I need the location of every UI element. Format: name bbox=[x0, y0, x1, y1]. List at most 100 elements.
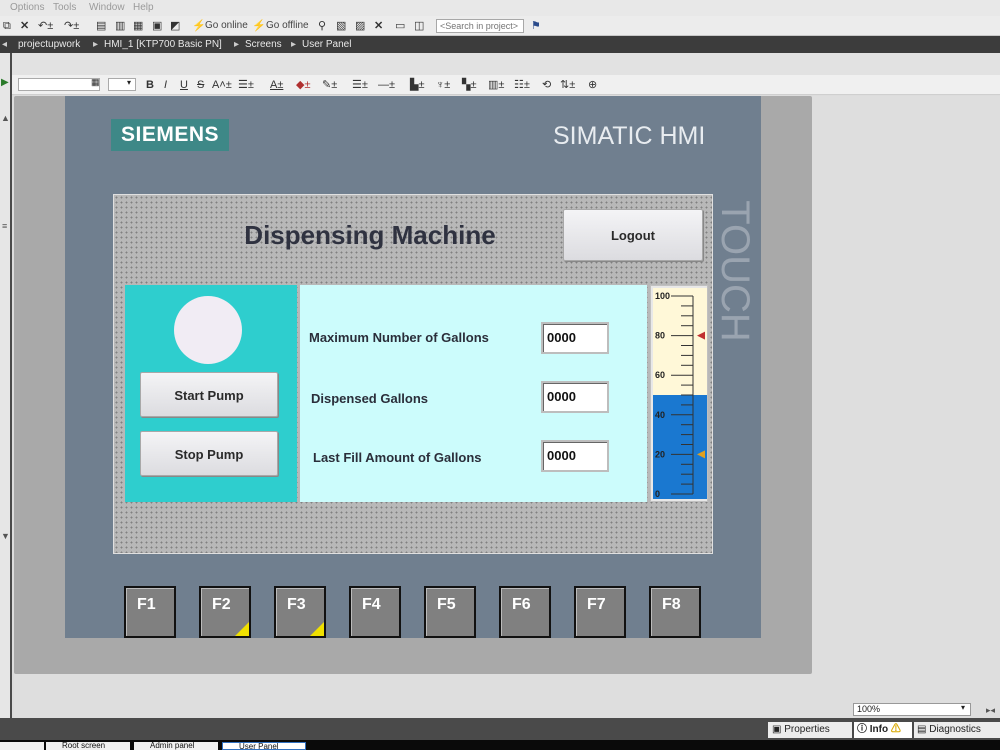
f7-key[interactable]: F7 bbox=[574, 586, 626, 638]
f6-key-label: F6 bbox=[512, 596, 531, 613]
f4-key[interactable]: F4 bbox=[349, 586, 401, 638]
go-offline-button[interactable]: Go offline bbox=[266, 19, 309, 33]
line-style-icon[interactable]: —± bbox=[378, 78, 395, 92]
stack-icon[interactable]: ☷± bbox=[514, 78, 530, 92]
grip-icon[interactable]: ≡ bbox=[2, 221, 7, 231]
f8-key[interactable]: F8 bbox=[649, 586, 701, 638]
level-gauge-svg: 100 80 60 40 20 0 bbox=[653, 288, 707, 499]
logout-button[interactable]: Logout bbox=[563, 209, 703, 261]
main-toolbar: ⧉ ✕ ↶± ↷± ▤ ▥ ▦ ▣ ◩ ⚡ Go online ⚡ Go off… bbox=[0, 16, 1000, 36]
go-online-icon[interactable]: ⚡ bbox=[192, 19, 206, 33]
tab-user-panel[interactable]: User Panel bbox=[222, 742, 306, 750]
menu-tools[interactable]: Tools bbox=[53, 2, 76, 13]
info-tab[interactable]: ⓘ Info ⚠ bbox=[854, 722, 912, 738]
scroll-down-icon[interactable]: ▼ bbox=[1, 531, 10, 541]
menu-window[interactable]: Window bbox=[89, 2, 125, 13]
go-online-button[interactable]: Go online bbox=[205, 19, 248, 33]
tab-admin-panel[interactable]: Admin panel bbox=[134, 742, 218, 750]
assigned-marker-icon bbox=[310, 622, 324, 636]
split-horizontal-icon[interactable]: ▭ bbox=[395, 19, 405, 33]
underline-icon[interactable]: U bbox=[180, 78, 188, 92]
gauge-tick-label: 20 bbox=[655, 449, 665, 459]
chevron-down-icon[interactable]: ▾ bbox=[127, 78, 131, 87]
line-color-icon[interactable]: ✎± bbox=[322, 78, 337, 92]
zoom-icon[interactable]: ⊕ bbox=[588, 78, 597, 92]
upload-icon[interactable]: ▦ bbox=[133, 19, 143, 33]
align-objects-icon[interactable]: ▙± bbox=[410, 78, 425, 92]
f1-key[interactable]: F1 bbox=[124, 586, 176, 638]
breadcrumb-back-icon[interactable]: ◂ bbox=[2, 39, 7, 50]
f6-key[interactable]: F6 bbox=[499, 586, 551, 638]
pump-status-indicator bbox=[174, 296, 242, 364]
bold-icon[interactable]: B bbox=[146, 78, 154, 92]
f1-key-label: F1 bbox=[137, 596, 156, 613]
properties-tab-label: Properties bbox=[784, 724, 830, 735]
gauge-tick-label: 60 bbox=[655, 370, 665, 380]
start-sim-icon[interactable]: ◩ bbox=[170, 19, 180, 33]
f5-key[interactable]: F5 bbox=[424, 586, 476, 638]
properties-tab[interactable]: ▣ Properties bbox=[768, 722, 852, 738]
strikethrough-icon[interactable]: S bbox=[197, 78, 204, 92]
menu-options[interactable]: Options bbox=[10, 2, 44, 13]
compile-icon[interactable]: ▤ bbox=[96, 19, 106, 33]
format-toolbar: ▦ ▾ B I U S A˄± ☰± A± ◆± ✎± ☰± —± ▙± ♆± … bbox=[12, 75, 1000, 95]
distribute-icon[interactable]: ♆± bbox=[436, 78, 450, 92]
diagnostics-tab-label: Diagnostics bbox=[929, 724, 981, 735]
search-input[interactable] bbox=[436, 19, 524, 33]
font-dialog-icon[interactable]: ▦ bbox=[91, 77, 100, 88]
scroll-up-icon[interactable]: ▲ bbox=[1, 113, 10, 123]
redo-icon[interactable]: ↷± bbox=[64, 19, 79, 33]
cross-ref-icon[interactable]: ▧ bbox=[336, 19, 346, 33]
last-fill-field[interactable]: 0000 bbox=[541, 440, 609, 472]
chevron-right-icon: ▸ bbox=[234, 39, 240, 50]
font-family-select[interactable] bbox=[18, 78, 100, 91]
start-pump-button[interactable]: Start Pump bbox=[140, 372, 278, 417]
chevron-down-icon[interactable]: ▾ bbox=[961, 703, 965, 712]
f4-key-label: F4 bbox=[362, 596, 381, 613]
chevron-right-icon: ▸ bbox=[93, 39, 99, 50]
download-icon[interactable]: ▥ bbox=[115, 19, 125, 33]
rotate-icon[interactable]: ⟲ bbox=[542, 78, 551, 92]
f2-key[interactable]: F2 bbox=[199, 586, 251, 638]
close-icon[interactable]: ✕ bbox=[374, 19, 383, 33]
italic-icon[interactable]: I bbox=[164, 78, 167, 92]
align-icon[interactable]: ☰± bbox=[238, 78, 254, 92]
font-size-select[interactable] bbox=[108, 78, 136, 91]
level-gauge: 100 80 60 40 20 0 bbox=[650, 285, 708, 502]
font-color-icon[interactable]: A± bbox=[270, 78, 283, 92]
delete-icon[interactable]: ✕ bbox=[20, 19, 29, 33]
breadcrumb: ◂ projectupwork ▸ HMI_1 [KTP700 Basic PN… bbox=[0, 36, 1000, 53]
breadcrumb-device[interactable]: HMI_1 [KTP700 Basic PN] bbox=[104, 39, 222, 50]
undo-icon[interactable]: ↶± bbox=[38, 19, 53, 33]
go-offline-icon[interactable]: ⚡ bbox=[252, 19, 266, 33]
breadcrumb-screens[interactable]: Screens bbox=[245, 39, 282, 50]
search-go-icon[interactable]: ⚑ bbox=[531, 19, 541, 33]
group-icon[interactable]: ▚± bbox=[462, 78, 477, 92]
order-icon[interactable]: ⇅± bbox=[560, 78, 575, 92]
tab-portal-view[interactable] bbox=[0, 742, 44, 750]
dispensed-gallons-field[interactable]: 0000 bbox=[541, 381, 609, 413]
f3-key[interactable]: F3 bbox=[274, 586, 326, 638]
info-tab-label: Info bbox=[869, 724, 889, 735]
line-weight-icon[interactable]: ☰± bbox=[352, 78, 368, 92]
copy-icon[interactable]: ⧉ bbox=[3, 19, 11, 33]
left-collapse-bar: ▶ ▲ ≡ ▼ bbox=[0, 53, 12, 718]
zoom-select[interactable]: 100% bbox=[853, 703, 971, 716]
simulate-icon[interactable]: ▣ bbox=[152, 19, 162, 33]
fill-color-icon[interactable]: ◆± bbox=[296, 78, 311, 92]
diagnostics-tab[interactable]: ▤ Diagnostics bbox=[914, 722, 1000, 738]
split-vertical-icon[interactable]: ◫ bbox=[414, 19, 424, 33]
menu-help[interactable]: Help bbox=[133, 2, 154, 13]
text-size-icon[interactable]: A˄± bbox=[212, 78, 232, 92]
breadcrumb-screen[interactable]: User Panel bbox=[302, 39, 351, 50]
monitor-icon[interactable]: ▨ bbox=[355, 19, 365, 33]
zoom-fit-icon[interactable]: ▸◂ bbox=[986, 705, 995, 716]
tab-root-screen[interactable]: Root screen bbox=[46, 742, 130, 750]
expand-icon[interactable]: ▶ bbox=[1, 77, 9, 88]
breadcrumb-project[interactable]: projectupwork bbox=[18, 39, 80, 50]
stop-pump-button[interactable]: Stop Pump bbox=[140, 431, 278, 476]
columns-icon[interactable]: ▥± bbox=[488, 78, 504, 92]
accessible-devices-icon[interactable]: ⚲ bbox=[318, 19, 326, 33]
last-fill-label: Last Fill Amount of Gallons bbox=[313, 450, 482, 465]
max-gallons-field[interactable]: 0000 bbox=[541, 322, 609, 354]
